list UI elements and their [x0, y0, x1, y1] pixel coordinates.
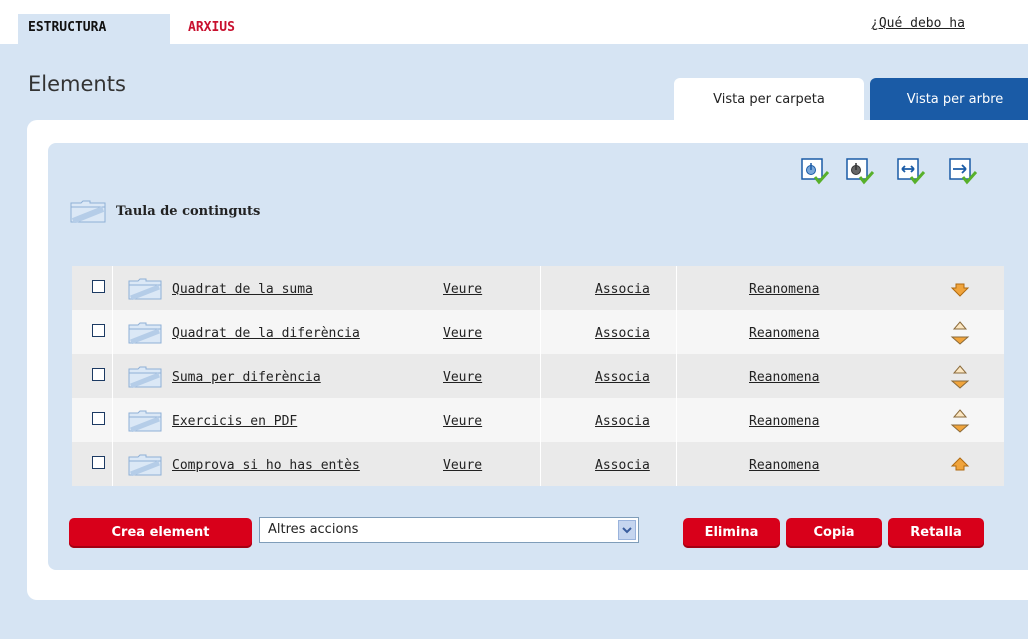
tab-tree-view[interactable]: Vista per arbre [870, 78, 1028, 120]
delete-button[interactable]: Elimina [683, 518, 780, 548]
copy-button[interactable]: Copia [786, 518, 882, 548]
other-actions-select[interactable]: Altres accions [259, 517, 639, 543]
move-down-icon[interactable] [950, 276, 970, 302]
move-up-down-icon[interactable] [950, 364, 970, 390]
table-row: Quadrat de la suma Veure Associa Reanomena [72, 266, 1004, 310]
folder-icon [128, 278, 162, 304]
folder-icon [128, 454, 162, 480]
elements-table: Quadrat de la suma Veure Associa Reanomena Q… [72, 266, 1004, 486]
cell-divider [540, 354, 541, 398]
table-row: Suma per diferència Veure Associa Reanomena [72, 354, 1004, 398]
cell-divider [112, 310, 113, 354]
rename-link[interactable]: Reanomena [749, 282, 819, 297]
rename-link[interactable]: Reanomena [749, 414, 819, 429]
element-name-link[interactable]: Quadrat de la diferència [172, 326, 360, 341]
cell-divider [676, 398, 677, 442]
associate-link[interactable]: Associa [595, 370, 650, 385]
element-name-link[interactable]: Exercicis en PDF [172, 414, 297, 429]
create-element-button[interactable]: Crea element [69, 518, 252, 548]
table-row: Comprova si ho has entès Veure Associa Rean… [72, 442, 1004, 486]
top-bar: ESTRUCTURA ARXIUS ¿Qué debo ha [0, 0, 1028, 44]
folder-icon [128, 366, 162, 392]
help-link[interactable]: ¿Qué debo ha [871, 16, 965, 31]
view-link[interactable]: Veure [443, 414, 482, 429]
row-checkbox[interactable] [92, 324, 105, 337]
associate-link[interactable]: Associa [595, 458, 650, 473]
associate-link[interactable]: Associa [595, 414, 650, 429]
other-actions-value: Altres accions [268, 522, 359, 537]
cell-divider [112, 266, 113, 310]
element-name-link[interactable]: Comprova si ho has entès [172, 458, 360, 473]
view-link[interactable]: Veure [443, 326, 482, 341]
page-title: Elements [28, 72, 126, 96]
move-up-down-icon[interactable] [950, 408, 970, 434]
folder-title: Taula de continguts [116, 204, 261, 219]
view-link[interactable]: Veure [443, 282, 482, 297]
row-checkbox[interactable] [92, 280, 105, 293]
select-none-icon[interactable] [845, 157, 875, 187]
cell-divider [112, 442, 113, 486]
cell-divider [676, 354, 677, 398]
chevron-down-icon[interactable] [618, 520, 636, 540]
cell-divider [540, 398, 541, 442]
cell-divider [540, 310, 541, 354]
move-into-icon[interactable] [948, 157, 978, 187]
select-all-icon[interactable] [800, 157, 830, 187]
rename-link[interactable]: Reanomena [749, 458, 819, 473]
rename-link[interactable]: Reanomena [749, 370, 819, 385]
view-link[interactable]: Veure [443, 458, 482, 473]
move-up-icon[interactable] [950, 452, 970, 478]
cell-divider [676, 310, 677, 354]
cut-button[interactable]: Retalla [888, 518, 984, 548]
row-checkbox[interactable] [92, 456, 105, 469]
associate-link[interactable]: Associa [595, 326, 650, 341]
cell-divider [540, 442, 541, 486]
rename-link[interactable]: Reanomena [749, 326, 819, 341]
cell-divider [112, 398, 113, 442]
row-checkbox[interactable] [92, 412, 105, 425]
element-name-link[interactable]: Suma per diferència [172, 370, 321, 385]
move-icon[interactable] [896, 157, 926, 187]
cell-divider [676, 442, 677, 486]
table-row: Exercicis en PDF Veure Associa Reanomena [72, 398, 1004, 442]
folder-icon [128, 322, 162, 348]
tab-folder-view[interactable]: Vista per carpeta [674, 78, 864, 120]
folder-icon [70, 199, 106, 227]
cell-divider [112, 354, 113, 398]
element-name-link[interactable]: Quadrat de la suma [172, 282, 313, 297]
folder-icon [128, 410, 162, 436]
cell-divider [676, 266, 677, 310]
table-row: Quadrat de la diferència Veure Associa Rean… [72, 310, 1004, 354]
tab-estructura[interactable]: ESTRUCTURA [18, 14, 170, 44]
move-up-down-icon[interactable] [950, 320, 970, 346]
tab-arxius[interactable]: ARXIUS [178, 14, 245, 44]
cell-divider [540, 266, 541, 310]
associate-link[interactable]: Associa [595, 282, 650, 297]
row-checkbox[interactable] [92, 368, 105, 381]
view-link[interactable]: Veure [443, 370, 482, 385]
